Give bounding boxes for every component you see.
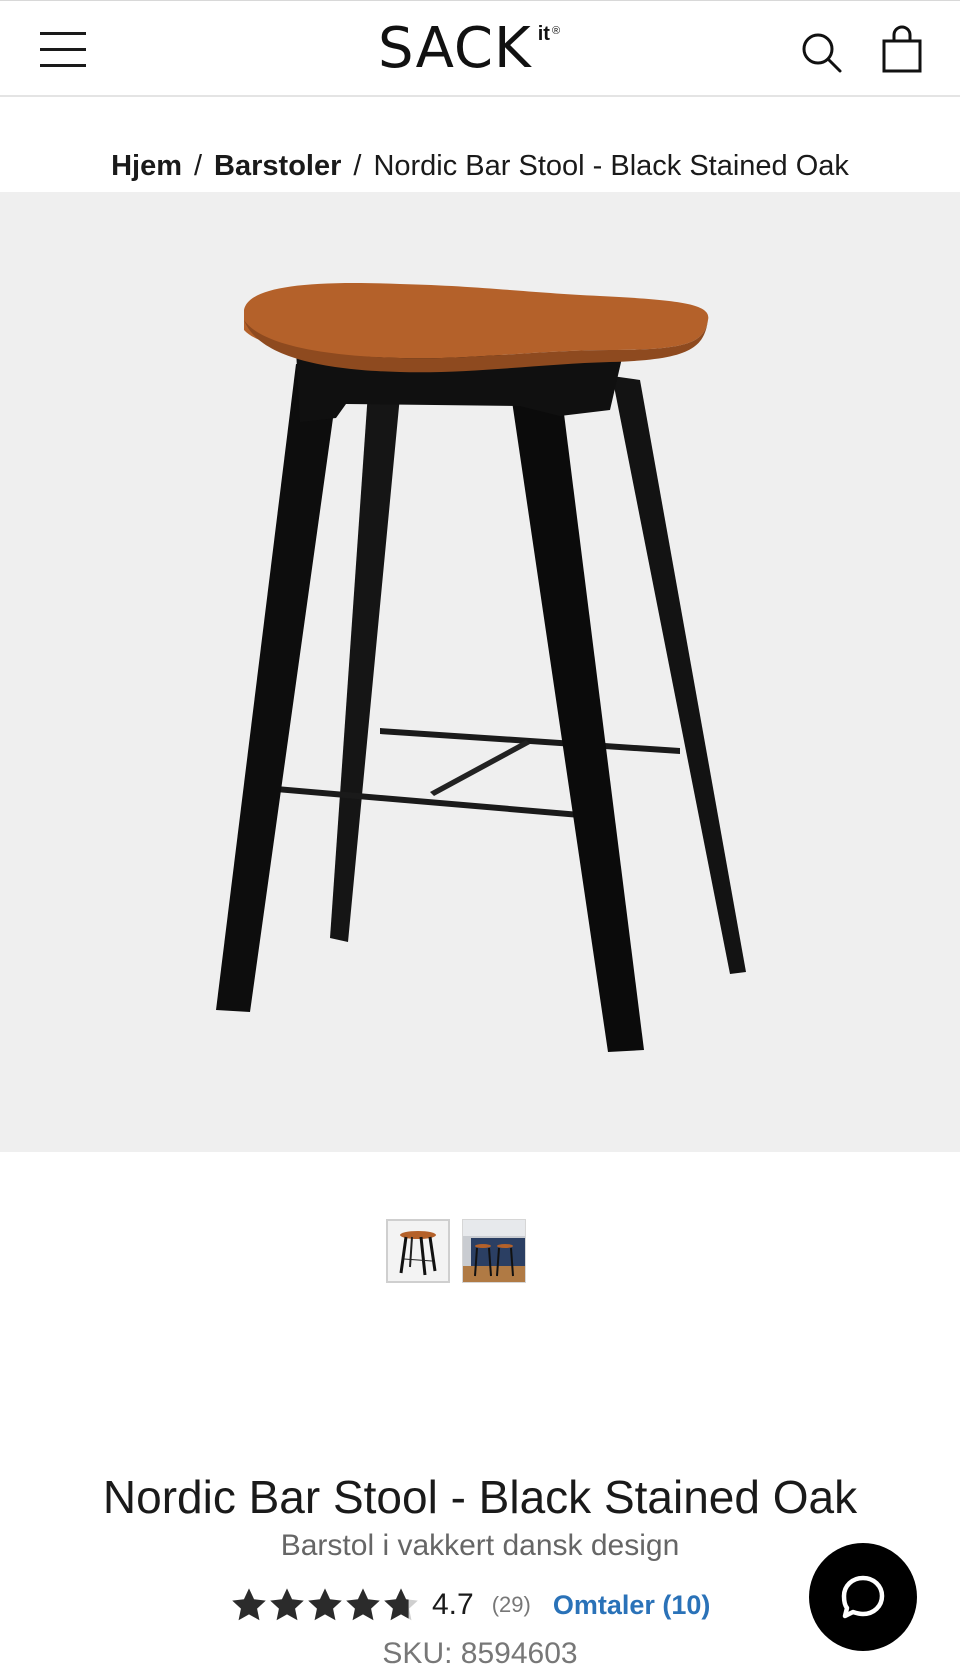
shopping-bag-icon[interactable] (880, 25, 924, 75)
star-icon (232, 1588, 266, 1621)
breadcrumb-separator: / (353, 150, 362, 182)
star-half-icon (384, 1588, 418, 1621)
hamburger-menu-icon[interactable] (40, 32, 86, 68)
breadcrumb-separator: / (193, 150, 203, 182)
star-icon (270, 1588, 304, 1621)
product-image[interactable] (0, 192, 960, 1152)
star-icon (308, 1588, 342, 1621)
bar-stool-illustration (216, 283, 746, 1052)
product-subtitle: Barstol i vakkert dansk design (280, 1529, 680, 1562)
breadcrumb: Hjem / Barstoler / Nordic Bar Stool - Black … (0, 146, 960, 186)
search-icon[interactable] (800, 31, 844, 75)
star-icon (346, 1588, 380, 1621)
logo-text: SACK (378, 16, 532, 81)
product-title: Nordic Bar Stool - Black Stained Oak (102, 1470, 858, 1523)
product-sku: SKU: 8594603 (382, 1637, 578, 1670)
chat-button[interactable] (809, 1543, 917, 1651)
registered-mark: ® (551, 25, 561, 37)
stool-thumbnail[interactable] (386, 1219, 450, 1283)
kitchen-scene-thumbnail[interactable] (462, 1219, 526, 1283)
thumbnail-strip (386, 1219, 526, 1283)
rating-row: 4.7 (29) Omtaler (10) (230, 1582, 710, 1628)
logo-superscript: it (537, 23, 550, 45)
rating-count: (29) (491, 1592, 531, 1617)
chat-bubble-icon (841, 1575, 885, 1619)
breadcrumb-current: Nordic Bar Stool - Black Stained Oak (373, 150, 849, 182)
rating-stars (230, 1586, 420, 1624)
site-logo[interactable]: SACK it ® (378, 19, 560, 79)
reviews-link[interactable]: Omtaler (10) (553, 1590, 711, 1621)
site-header: SACK it ® (0, 1, 960, 97)
breadcrumb-home[interactable]: Hjem (111, 150, 182, 182)
rating-value: 4.7 (432, 1588, 474, 1621)
breadcrumb-barstoler[interactable]: Barstoler (214, 150, 341, 182)
